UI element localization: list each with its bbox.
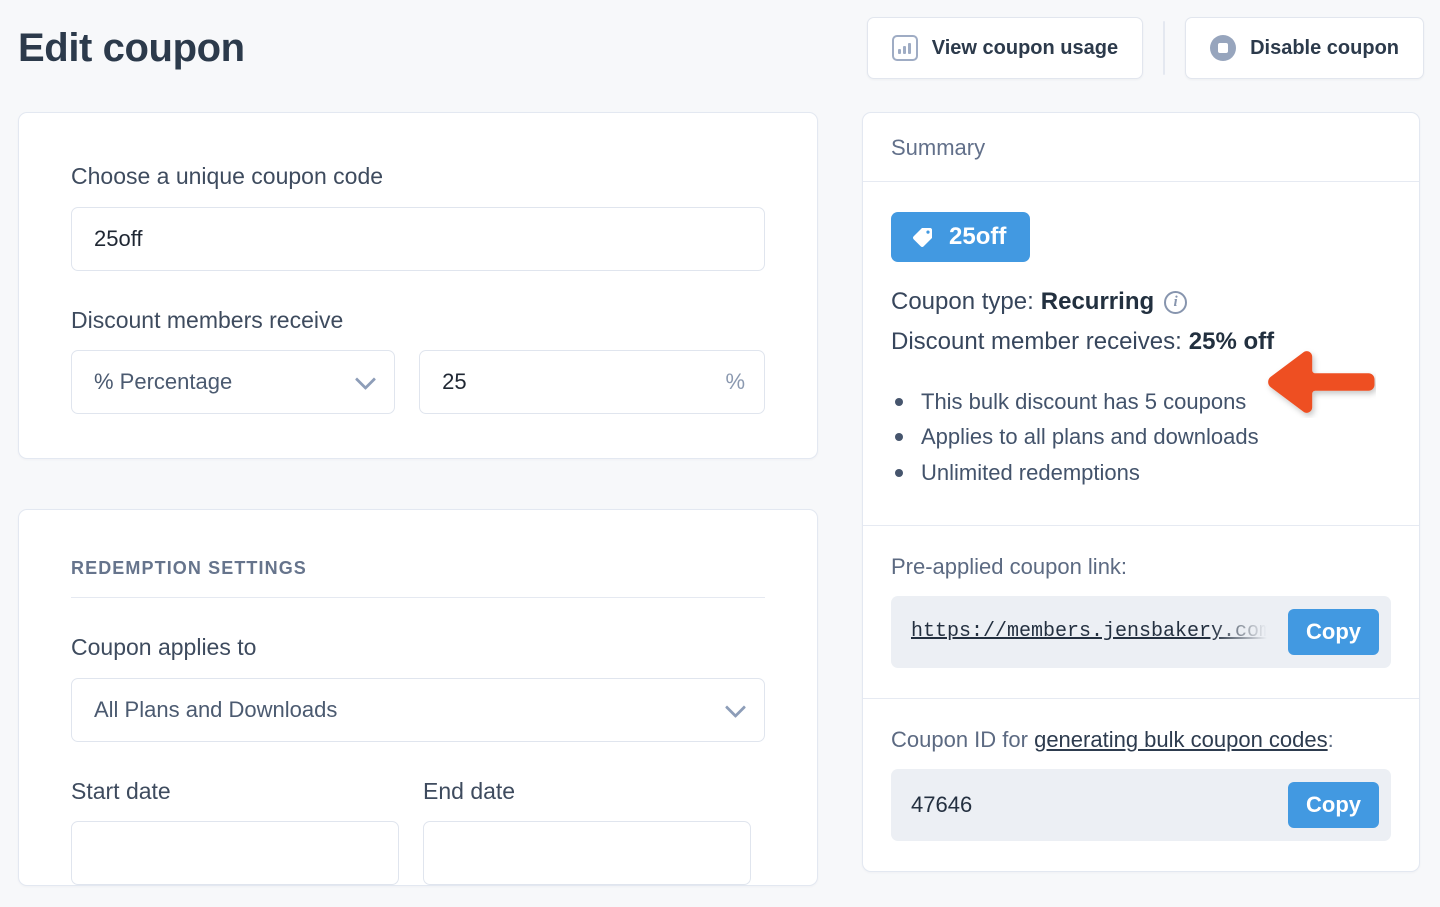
redemption-settings-card: REDEMPTION SETTINGS Coupon applies to Al… xyxy=(18,509,818,886)
end-date-label: End date xyxy=(423,778,751,806)
discount-field: Discount members receive % Percentage % xyxy=(71,307,765,415)
preapplied-link-box: https://members.jensbakery.com Copy xyxy=(891,596,1391,668)
summary-heading: Summary xyxy=(891,135,1391,161)
coupon-type-line: Coupon type: Recurring i xyxy=(891,282,1391,322)
coupon-applies-to-field: Coupon applies to All Plans and Download… xyxy=(71,634,765,742)
coupon-id-box: 47646 Copy xyxy=(891,769,1391,841)
coupon-id-label-prefix: Coupon ID for xyxy=(891,727,1034,752)
discount-amount-field: % xyxy=(419,350,765,414)
dates-row: Start date End date xyxy=(71,778,765,886)
coupon-id-section: Coupon ID for generating bulk coupon cod… xyxy=(863,699,1419,871)
tag-icon xyxy=(911,225,935,249)
page-title: Edit coupon xyxy=(18,28,245,68)
coupon-details-card: Choose a unique coupon code Discount mem… xyxy=(18,112,818,459)
list-item: Applies to all plans and downloads xyxy=(891,420,1391,453)
discount-type-value[interactable]: % Percentage xyxy=(71,350,395,414)
discount-row: % Percentage % xyxy=(71,350,765,414)
discount-label: Discount members receive xyxy=(71,307,765,335)
generate-bulk-codes-link[interactable]: generating bulk coupon codes xyxy=(1034,727,1328,752)
discount-type-select[interactable]: % Percentage xyxy=(71,350,395,414)
view-coupon-usage-button[interactable]: View coupon usage xyxy=(867,17,1143,79)
coupon-type-label: Coupon type: xyxy=(891,282,1034,322)
redemption-settings-title: REDEMPTION SETTINGS xyxy=(71,558,765,598)
start-date-label: Start date xyxy=(71,778,399,806)
coupon-code-label: Choose a unique coupon code xyxy=(71,163,765,191)
header-actions: View coupon usage Disable coupon xyxy=(867,0,1424,96)
page-header: Edit coupon View coupon usage Disable co… xyxy=(0,0,1440,96)
discount-received-line: Discount member receives: 25% off xyxy=(891,322,1391,362)
view-coupon-usage-label: View coupon usage xyxy=(932,37,1118,60)
end-date-input[interactable] xyxy=(423,821,751,885)
coupon-id-label-suffix: : xyxy=(1328,727,1334,752)
summary-header: Summary xyxy=(863,113,1419,182)
discount-amount-input[interactable] xyxy=(419,350,765,414)
coupon-code-input[interactable] xyxy=(71,207,765,271)
coupon-id-value: 47646 xyxy=(911,792,1278,818)
coupon-id-label: Coupon ID for generating bulk coupon cod… xyxy=(891,727,1391,753)
summary-bullet-list: This bulk discount has 5 coupons Applies… xyxy=(891,385,1391,489)
summary-body: 25off Coupon type: Recurring i Discount … xyxy=(863,182,1419,526)
stop-circle-icon xyxy=(1210,35,1236,61)
coupon-code-field: Choose a unique coupon code xyxy=(71,163,765,271)
header-divider xyxy=(1163,21,1165,75)
preapplied-link-url[interactable]: https://members.jensbakery.com xyxy=(911,620,1278,643)
discount-received-value: 25% off xyxy=(1189,322,1274,362)
bar-chart-icon xyxy=(892,35,918,61)
start-date-input[interactable] xyxy=(71,821,399,885)
coupon-applies-to-value[interactable]: All Plans and Downloads xyxy=(71,678,765,742)
preapplied-link-label: Pre-applied coupon link: xyxy=(891,554,1391,580)
disable-coupon-button[interactable]: Disable coupon xyxy=(1185,17,1424,79)
coupon-code-badge: 25off xyxy=(891,212,1030,262)
coupon-code-badge-label: 25off xyxy=(949,223,1006,251)
end-date-field: End date xyxy=(423,778,751,886)
info-circle-icon[interactable]: i xyxy=(1164,291,1187,314)
start-date-field: Start date xyxy=(71,778,399,886)
list-item: Unlimited redemptions xyxy=(891,456,1391,489)
list-item: This bulk discount has 5 coupons xyxy=(891,385,1391,418)
coupon-applies-to-select[interactable]: All Plans and Downloads xyxy=(71,678,765,742)
copy-link-button[interactable]: Copy xyxy=(1288,609,1379,655)
right-column: Summary 25off Coupon type: Recurring i D… xyxy=(862,112,1420,872)
coupon-applies-to-label: Coupon applies to xyxy=(71,634,765,662)
preapplied-link-section: Pre-applied coupon link: https://members… xyxy=(863,526,1419,699)
disable-coupon-label: Disable coupon xyxy=(1250,37,1399,60)
coupon-type-value: Recurring xyxy=(1041,282,1154,322)
edit-coupon-page: Edit coupon View coupon usage Disable co… xyxy=(0,0,1440,907)
copy-coupon-id-button[interactable]: Copy xyxy=(1288,782,1379,828)
summary-card: Summary 25off Coupon type: Recurring i D… xyxy=(862,112,1420,872)
left-column: Choose a unique coupon code Discount mem… xyxy=(18,112,818,886)
discount-received-label: Discount member receives: xyxy=(891,322,1182,362)
